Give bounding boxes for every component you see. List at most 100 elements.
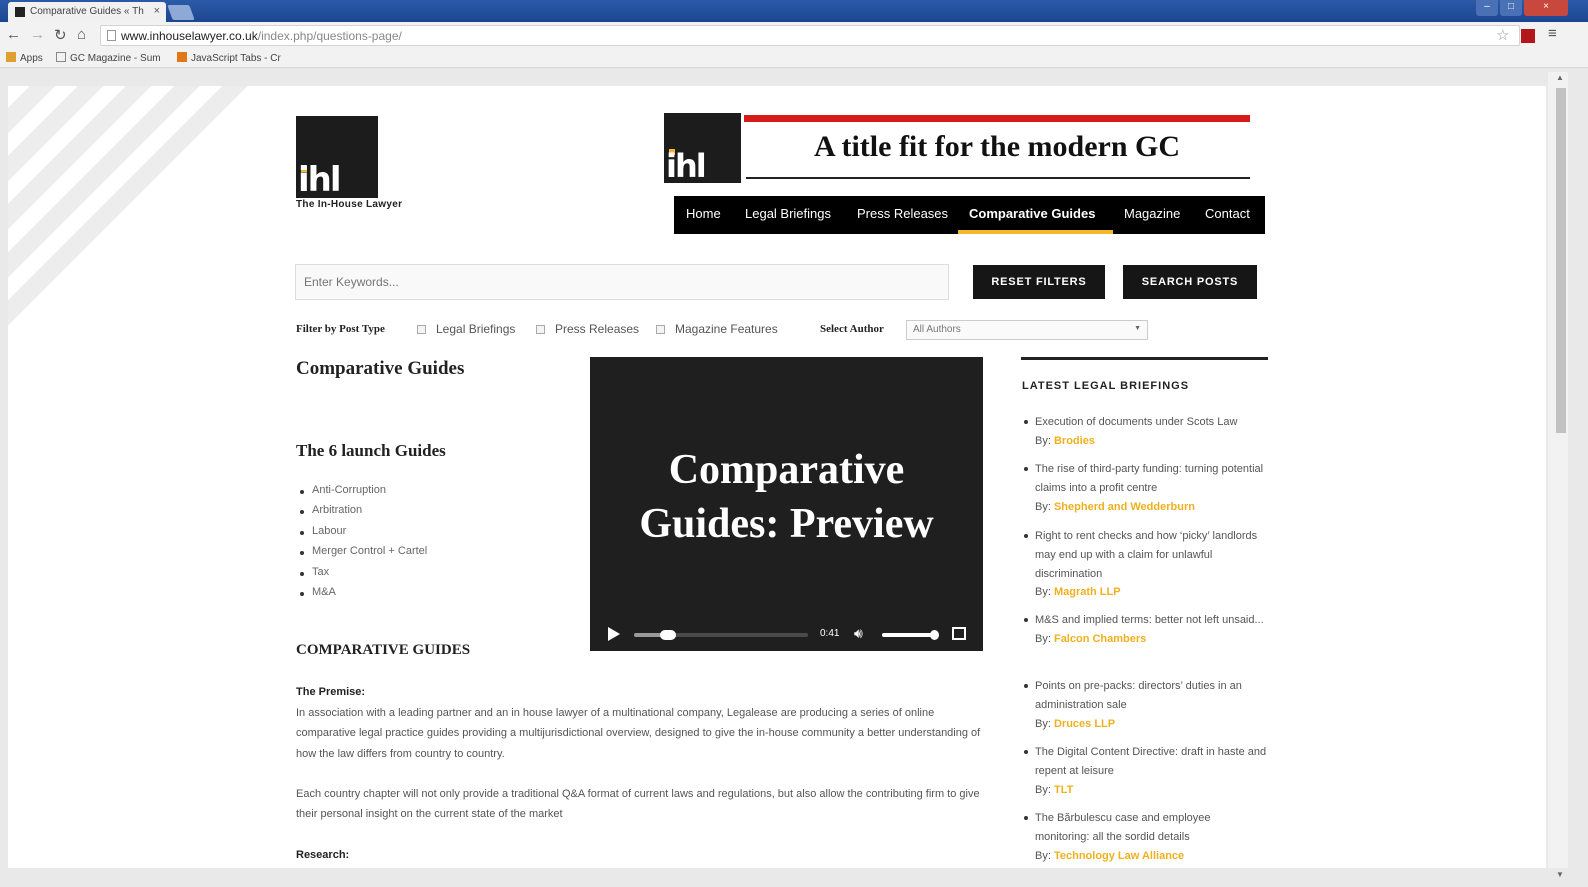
site-logo[interactable]: ihl bbox=[296, 116, 378, 198]
minimize-button[interactable]: – bbox=[1476, 0, 1498, 16]
video-player[interactable]: Comparative Guides: Preview 0:41 🔊︎ bbox=[590, 357, 983, 651]
close-window-button[interactable]: × bbox=[1524, 0, 1568, 16]
pdf-extension-icon[interactable] bbox=[1521, 29, 1535, 43]
bookmark-javascript-tabs[interactable]: JavaScript Tabs - Cr bbox=[177, 52, 281, 64]
scroll-up-icon[interactable]: ▲ bbox=[1556, 73, 1564, 82]
sidebar-rule bbox=[1021, 357, 1268, 360]
banner-title: A title fit for the modern GC bbox=[813, 130, 1181, 163]
author-filter-label: Select Author bbox=[820, 323, 884, 335]
briefing-item: Points on pre-packs: directors’ duties i… bbox=[1024, 677, 1267, 733]
briefing-link[interactable]: The rise of third-party funding: turning… bbox=[1035, 460, 1267, 498]
premise-paragraph: In association with a leading partner an… bbox=[296, 707, 981, 760]
author-select[interactable]: All Authors ▼ bbox=[906, 320, 1148, 340]
briefing-link[interactable]: Right to rent checks and how ‘picky’ lan… bbox=[1035, 527, 1267, 583]
magazine-features-checkbox[interactable] bbox=[656, 325, 665, 334]
reload-icon[interactable]: ↻ bbox=[54, 26, 67, 44]
keyword-search-input[interactable] bbox=[295, 264, 949, 300]
nav-active-underline bbox=[958, 230, 1113, 234]
bookmark-star-icon[interactable]: ☆ bbox=[1496, 26, 1509, 44]
back-arrow-icon[interactable]: ← bbox=[6, 26, 21, 43]
bookmark-gc-magazine[interactable]: GC Magazine - Sum bbox=[56, 52, 161, 64]
banner-logo: ihl bbox=[664, 113, 741, 183]
by-label: By: bbox=[1035, 632, 1051, 645]
forward-arrow-icon[interactable]: → bbox=[30, 26, 45, 43]
list-item: Labour bbox=[296, 525, 427, 545]
page-icon bbox=[56, 52, 66, 62]
reset-filters-button[interactable]: RESET FILTERS bbox=[973, 265, 1105, 299]
briefing-link[interactable]: The Bărbulescu case and employee monitor… bbox=[1035, 809, 1267, 847]
legal-briefings-option[interactable]: Legal Briefings bbox=[436, 322, 515, 336]
comparative-guides-section-heading: COMPARATIVE GUIDES bbox=[296, 642, 471, 658]
nav-home[interactable]: Home bbox=[686, 206, 721, 221]
play-icon[interactable] bbox=[608, 627, 620, 641]
blogger-icon bbox=[177, 52, 187, 62]
logo-text: ihl bbox=[298, 160, 341, 200]
main-nav: Home Legal Briefings Press Releases Comp… bbox=[674, 196, 1265, 234]
nav-comparative-guides[interactable]: Comparative Guides bbox=[969, 206, 1095, 221]
briefing-author-link[interactable]: Falcon Chambers bbox=[1054, 633, 1146, 645]
briefing-link[interactable]: Points on pre-packs: directors’ duties i… bbox=[1035, 677, 1267, 715]
nav-press-releases[interactable]: Press Releases bbox=[857, 206, 948, 221]
home-icon[interactable]: ⌂ bbox=[77, 26, 86, 43]
briefing-author-link[interactable]: Druces LLP bbox=[1054, 718, 1115, 730]
banner-logo-text: ihl bbox=[666, 147, 707, 185]
magazine-features-option[interactable]: Magazine Features bbox=[675, 322, 778, 336]
briefing-link[interactable]: Execution of documents under Scots Law bbox=[1035, 413, 1267, 432]
video-title-line: Comparative bbox=[668, 447, 905, 493]
by-label: By: bbox=[1035, 783, 1051, 796]
chevron-down-icon: ▼ bbox=[1134, 325, 1141, 332]
address-bar[interactable]: www.inhouselawyer.co.uk/index.php/questi… bbox=[100, 25, 1520, 46]
briefing-author-link[interactable]: Brodies bbox=[1054, 435, 1095, 447]
logo-caption: The In-House Lawyer bbox=[296, 199, 403, 210]
by-label: By: bbox=[1035, 849, 1051, 862]
new-tab-button[interactable] bbox=[167, 5, 195, 20]
apps-grid-icon bbox=[6, 52, 16, 62]
briefing-item: M&S and implied terms: better not left u… bbox=[1024, 611, 1267, 649]
briefing-author-link[interactable]: Magrath LLP bbox=[1054, 586, 1121, 598]
briefing-link[interactable]: M&S and implied terms: better not left u… bbox=[1035, 611, 1267, 630]
press-releases-option[interactable]: Press Releases bbox=[555, 322, 639, 336]
volume-icon[interactable]: 🔊︎ bbox=[854, 625, 863, 642]
bookmark-label: JavaScript Tabs - Cr bbox=[191, 53, 281, 64]
briefing-link[interactable]: The Digital Content Directive: draft in … bbox=[1035, 743, 1267, 781]
nav-legal-briefings[interactable]: Legal Briefings bbox=[745, 206, 831, 221]
briefing-item: The Bărbulescu case and employee monitor… bbox=[1024, 809, 1267, 865]
scrollbar-thumb[interactable] bbox=[1556, 88, 1566, 433]
browser-menu-icon[interactable]: ≡ bbox=[1548, 25, 1557, 42]
video-time: 0:41 bbox=[820, 628, 840, 639]
list-item: Merger Control + Cartel bbox=[296, 545, 427, 565]
browser-tab[interactable]: Comparative Guides « Th × bbox=[8, 2, 166, 22]
page-icon bbox=[107, 30, 116, 41]
by-label: By: bbox=[1035, 434, 1051, 447]
close-tab-icon[interactable]: × bbox=[154, 5, 160, 17]
nav-contact[interactable]: Contact bbox=[1205, 206, 1250, 221]
press-releases-checkbox[interactable] bbox=[536, 325, 545, 334]
search-posts-button[interactable]: SEARCH POSTS bbox=[1123, 265, 1257, 299]
by-label: By: bbox=[1035, 500, 1051, 513]
sidebar-title: LATEST LEGAL BRIEFINGS bbox=[1022, 380, 1190, 392]
volume-handle[interactable] bbox=[930, 630, 939, 640]
url-host: www.inhouselawyer.co.uk bbox=[121, 29, 258, 43]
bookmark-label: GC Magazine - Sum bbox=[70, 53, 161, 64]
research-label: Research: bbox=[296, 849, 350, 861]
url-path: /index.php/questions-page/ bbox=[257, 29, 402, 43]
briefing-item: The rise of third-party funding: turning… bbox=[1024, 460, 1267, 516]
scroll-down-icon[interactable]: ▼ bbox=[1556, 870, 1564, 879]
maximize-button[interactable]: □ bbox=[1500, 0, 1522, 16]
site-favicon-icon bbox=[15, 7, 25, 17]
briefing-author-link[interactable]: Technology Law Alliance bbox=[1054, 850, 1184, 862]
decorative-stripes bbox=[8, 86, 248, 326]
briefing-author-link[interactable]: Shepherd and Wedderburn bbox=[1054, 501, 1195, 513]
nav-magazine[interactable]: Magazine bbox=[1124, 206, 1180, 221]
banner-rule bbox=[746, 177, 1250, 179]
list-item: Tax bbox=[296, 566, 427, 586]
fullscreen-icon[interactable] bbox=[952, 627, 966, 640]
briefing-author-link[interactable]: TLT bbox=[1054, 784, 1073, 796]
list-item: Arbitration bbox=[296, 504, 427, 524]
briefing-item: The Digital Content Directive: draft in … bbox=[1024, 743, 1267, 799]
legal-briefings-checkbox[interactable] bbox=[417, 325, 426, 334]
bookmark-apps[interactable]: Apps bbox=[6, 52, 43, 64]
close-icon: × bbox=[1543, 1, 1549, 12]
video-progress-handle[interactable] bbox=[660, 630, 676, 640]
banner-red-line bbox=[744, 115, 1250, 122]
